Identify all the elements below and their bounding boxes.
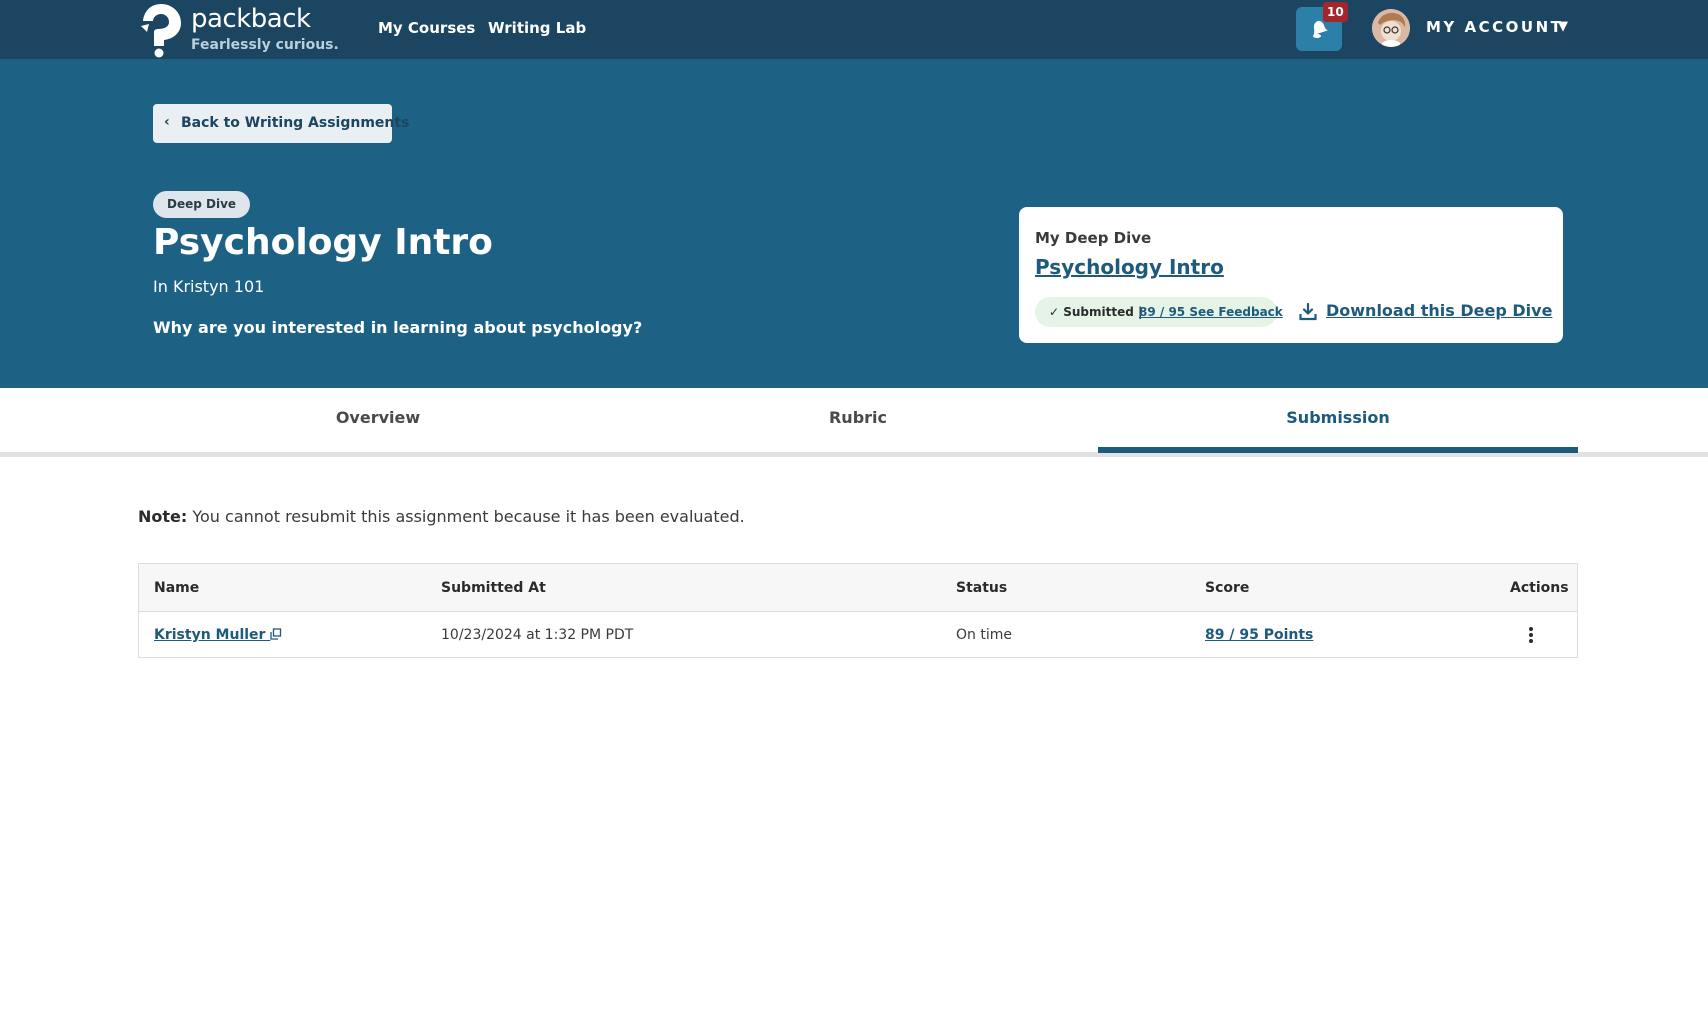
back-target: Writing Assignments [244, 115, 410, 131]
header-status: Status [956, 580, 1008, 596]
header-name: Name [154, 580, 200, 596]
more-actions-icon[interactable] [1523, 622, 1539, 648]
table-header: Name Submitted At Status Score Actions [139, 564, 1577, 612]
note-label: Note: [138, 507, 188, 526]
resubmit-note: Note: You cannot resubmit this assignmen… [138, 507, 745, 526]
download-label: Download this Deep Dive [1326, 301, 1553, 320]
nav-writing-lab[interactable]: Writing Lab [488, 19, 586, 37]
course-name: In Kristyn 101 [153, 277, 265, 296]
tab-submission[interactable]: Submission [1098, 388, 1578, 452]
score-link[interactable]: 89 / 95 Points [1205, 627, 1313, 643]
nav-my-courses[interactable]: My Courses [378, 19, 475, 37]
submission-status-badge: ✓ Submitted | 89 / 95 See Feedback [1035, 297, 1283, 327]
note-text: You cannot resubmit this assignment beca… [187, 507, 745, 526]
status-text: ✓ Submitted | [1049, 305, 1143, 319]
notification-count-badge: 10 [1323, 2, 1348, 22]
back-to-writing-assignments-button[interactable]: ‹ Back to Writing Assignments [153, 104, 409, 143]
tab-rubric[interactable]: Rubric [618, 388, 1098, 452]
my-account-menu[interactable]: MY ACCOUNT [1426, 18, 1563, 36]
tab-overview[interactable]: Overview [138, 388, 618, 452]
back-prefix: Back to [181, 115, 245, 131]
table-row: Kristyn Muller 10/23/2024 at 1:32 PM PDT… [139, 612, 1577, 657]
header-score: Score [1205, 580, 1250, 596]
brand-tagline: Fearlessly curious. [191, 37, 339, 53]
packback-logo[interactable]: packback Fearlessly curious. [139, 2, 339, 58]
student-name-link[interactable]: Kristyn Muller [154, 627, 282, 643]
avatar-face-icon [1372, 9, 1410, 47]
external-link-icon [270, 628, 282, 640]
student-name: Kristyn Muller [154, 627, 266, 643]
chevron-left-icon: ‹ [164, 114, 170, 130]
packback-logo-icon [141, 4, 181, 58]
assignment-tabs: Overview Rubric Submission [0, 388, 1708, 452]
header-submitted-at: Submitted At [441, 580, 546, 596]
assignment-type-badge: Deep Dive [153, 191, 251, 218]
download-icon [1299, 303, 1317, 321]
brand-name: packback [191, 4, 311, 34]
download-deep-dive-link[interactable]: Download this Deep Dive [1299, 301, 1552, 325]
my-deep-dive-card: My Deep Dive Psychology Intro ✓ Submitte… [1019, 207, 1563, 343]
top-navigation-bar: packback Fearlessly curious. My Courses … [0, 0, 1708, 59]
active-tab-indicator [1098, 447, 1578, 453]
see-feedback-link[interactable]: 89 / 95 See Feedback [1139, 305, 1283, 319]
deep-dive-title-link[interactable]: Psychology Intro [1035, 255, 1224, 279]
submissions-table: Name Submitted At Status Score Actions K… [138, 563, 1578, 658]
assignment-prompt: Why are you interested in learning about… [153, 318, 643, 337]
avatar[interactable] [1372, 9, 1410, 47]
submitted-at: 10/23/2024 at 1:32 PM PDT [441, 627, 634, 643]
chevron-down-icon[interactable]: ▼ [1558, 19, 1568, 34]
header-actions: Actions [1510, 580, 1569, 596]
card-label: My Deep Dive [1035, 229, 1152, 247]
page-title: Psychology Intro [153, 222, 493, 263]
submission-status: On time [956, 627, 1012, 643]
